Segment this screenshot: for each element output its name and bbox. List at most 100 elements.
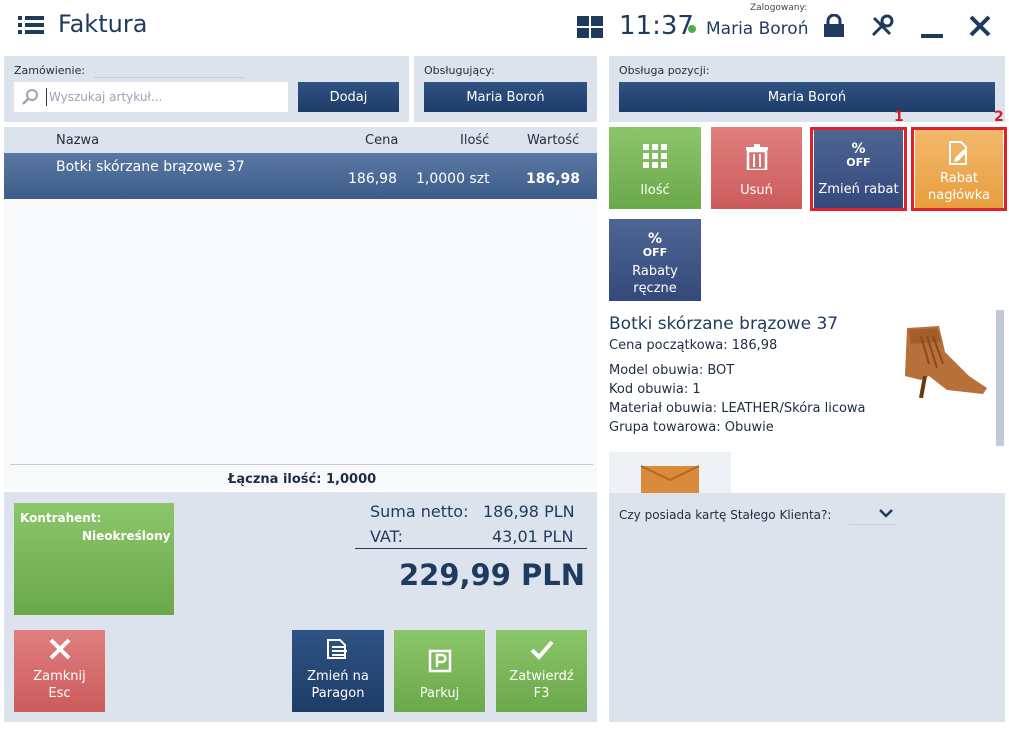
close-shortcut: Esc: [48, 686, 71, 701]
search-placeholder: Wyszukaj artykuł...: [49, 90, 163, 104]
serving-panel: Obsługujący: Maria Boroń: [414, 56, 597, 122]
parking-icon: [428, 649, 451, 673]
checkmark-icon: [530, 640, 554, 660]
contractor-value: Nieokreślony: [82, 529, 171, 543]
document-edit-icon: [949, 141, 967, 165]
action-tiles: Ilość Usuń % OFF Zmień rabat Rabat nagłó…: [609, 109, 1007, 303]
manual-discounts-label-2: ręczne: [633, 281, 677, 296]
items-table: Nazwa Cena Ilość Wartość Botki skórzane …: [4, 127, 597, 489]
status-dot: [688, 25, 696, 33]
top-bar: Faktura 11:37 Zalogowany: Maria Boroń: [0, 0, 1009, 52]
park-label: Parkuj: [419, 686, 460, 701]
total-qty-value: 1,0000: [326, 472, 377, 487]
receipt-icon: [327, 639, 347, 659]
col-price: Cena: [365, 133, 399, 148]
grid-view-icon[interactable]: [577, 16, 603, 38]
product-code: Kod obuwia: 1: [609, 382, 701, 397]
row-price: 186,98: [348, 171, 397, 187]
serving-button[interactable]: Maria Boroń: [424, 82, 587, 112]
change-discount-button[interactable]: % OFF Zmień rabat: [814, 130, 903, 208]
product-info: Botki skórzane brązowe 37 Cena początkow…: [609, 308, 1005, 493]
trash-icon: [745, 144, 768, 170]
change-discount-label: Zmień rabat: [818, 182, 899, 197]
delete-label: Usuń: [740, 183, 773, 198]
net-label: Suma netto:: [370, 502, 469, 521]
manual-discounts-button[interactable]: % OFF Rabaty ręczne: [609, 219, 701, 301]
text-cursor: [46, 88, 47, 106]
order-panel: Zamówienie: Wyszukaj artykuł... Dodaj: [4, 56, 409, 122]
contractor-button[interactable]: Kontrahent: Nieokreślony: [14, 503, 174, 615]
position-service-panel: Obsługa pozycji: Maria Boroń: [609, 56, 1005, 122]
off-percent: %: [851, 141, 866, 157]
vat-value: 43,01 PLN: [492, 527, 574, 546]
contractor-label: Kontrahent:: [20, 511, 102, 525]
table-row[interactable]: Botki skórzane brązowe 37 186,98 1,0000 …: [4, 153, 597, 199]
order-label: Zamówienie:: [14, 64, 86, 77]
tools-icon[interactable]: [870, 14, 894, 38]
summary-panel: Kontrahent: Nieokreślony Suma netto: 186…: [4, 492, 597, 722]
add-button[interactable]: Dodaj: [298, 82, 399, 112]
position-service-button[interactable]: Maria Boroń: [619, 82, 995, 112]
close-icon[interactable]: [969, 15, 991, 37]
table-header: Nazwa Cena Ilość Wartość: [4, 127, 597, 153]
lock-icon[interactable]: [823, 14, 845, 38]
quantity-label: Ilość: [640, 183, 670, 198]
product-model: Model obuwia: BOT: [609, 363, 735, 378]
delete-button[interactable]: Usuń: [711, 127, 802, 209]
header-discount-label-2: nagłówka: [927, 188, 990, 203]
row-qty: 1,0000 szt: [416, 171, 490, 187]
menu-icon[interactable]: [18, 14, 44, 36]
marker-2: 2: [994, 109, 1004, 125]
product-name: Botki skórzane brązowe 37: [609, 314, 839, 334]
manual-off-badge-icon: OFF: [642, 246, 668, 259]
header-discount-label-1: Rabat: [939, 171, 979, 186]
table-divider: [10, 464, 593, 465]
quantity-button[interactable]: Ilość: [609, 127, 701, 209]
keypad-icon: [643, 144, 667, 168]
page-title: Faktura: [58, 10, 148, 38]
search-icon: [22, 89, 38, 105]
row-value: 186,98: [526, 171, 581, 187]
x-icon: [49, 638, 70, 660]
loyalty-select[interactable]: [849, 505, 897, 525]
product-start-price: Cena początkowa: 186,98: [609, 338, 778, 353]
position-service-label: Obsługa pozycji:: [619, 64, 710, 77]
header-discount-button[interactable]: Rabat nagłówka: [915, 130, 1003, 208]
search-input[interactable]: Wyszukaj artykuł...: [14, 82, 288, 112]
minimize-icon[interactable]: [921, 34, 943, 38]
bag-image: [640, 465, 700, 493]
change-to-receipt-button[interactable]: Zmień na Paragon: [292, 630, 384, 712]
user-name: Maria Boroń: [706, 19, 809, 39]
col-name: Nazwa: [56, 133, 100, 148]
close-document-button[interactable]: Zamknij Esc: [14, 630, 105, 712]
logged-label: Zalogowany:: [750, 3, 808, 13]
clock: 11:37: [619, 11, 694, 41]
scrollbar[interactable]: [996, 310, 1004, 446]
row-name: Botki skórzane brązowe 37: [56, 159, 245, 175]
confirm-label: Zatwierdź: [509, 669, 574, 684]
bag-thumbnail: [609, 452, 731, 493]
product-material: Materiał obuwia: LEATHER/Skóra licowa: [609, 401, 866, 416]
off-badge-icon: OFF: [846, 156, 871, 169]
col-qty: Ilość: [460, 133, 490, 148]
serving-label: Obsługujący:: [424, 64, 495, 77]
close-label: Zamknij: [33, 669, 86, 684]
marker-1: 1: [894, 109, 904, 125]
total-amount: 229,99 PLN: [399, 558, 586, 592]
receipt-label-1: Zmień na: [307, 669, 369, 684]
confirm-button[interactable]: Zatwierdź F3: [496, 630, 587, 712]
confirm-shortcut: F3: [533, 686, 550, 701]
manual-discounts-label-1: Rabaty: [632, 264, 678, 279]
vat-label: VAT:: [370, 527, 404, 546]
order-underline: [94, 77, 244, 78]
net-value: 186,98 PLN: [483, 502, 575, 521]
boot-image: [905, 326, 987, 398]
manual-off-percent: %: [647, 231, 663, 247]
loyalty-panel: Czy posiada kartę Stałego Klienta?:: [609, 493, 1005, 722]
product-group: Grupa towarowa: Obuwie: [609, 420, 774, 435]
summary-divider: [355, 548, 587, 549]
park-button[interactable]: Parkuj: [394, 630, 485, 712]
chevron-down-icon: [879, 509, 893, 518]
receipt-label-2: Paragon: [311, 686, 365, 701]
col-value: Wartość: [527, 133, 580, 148]
